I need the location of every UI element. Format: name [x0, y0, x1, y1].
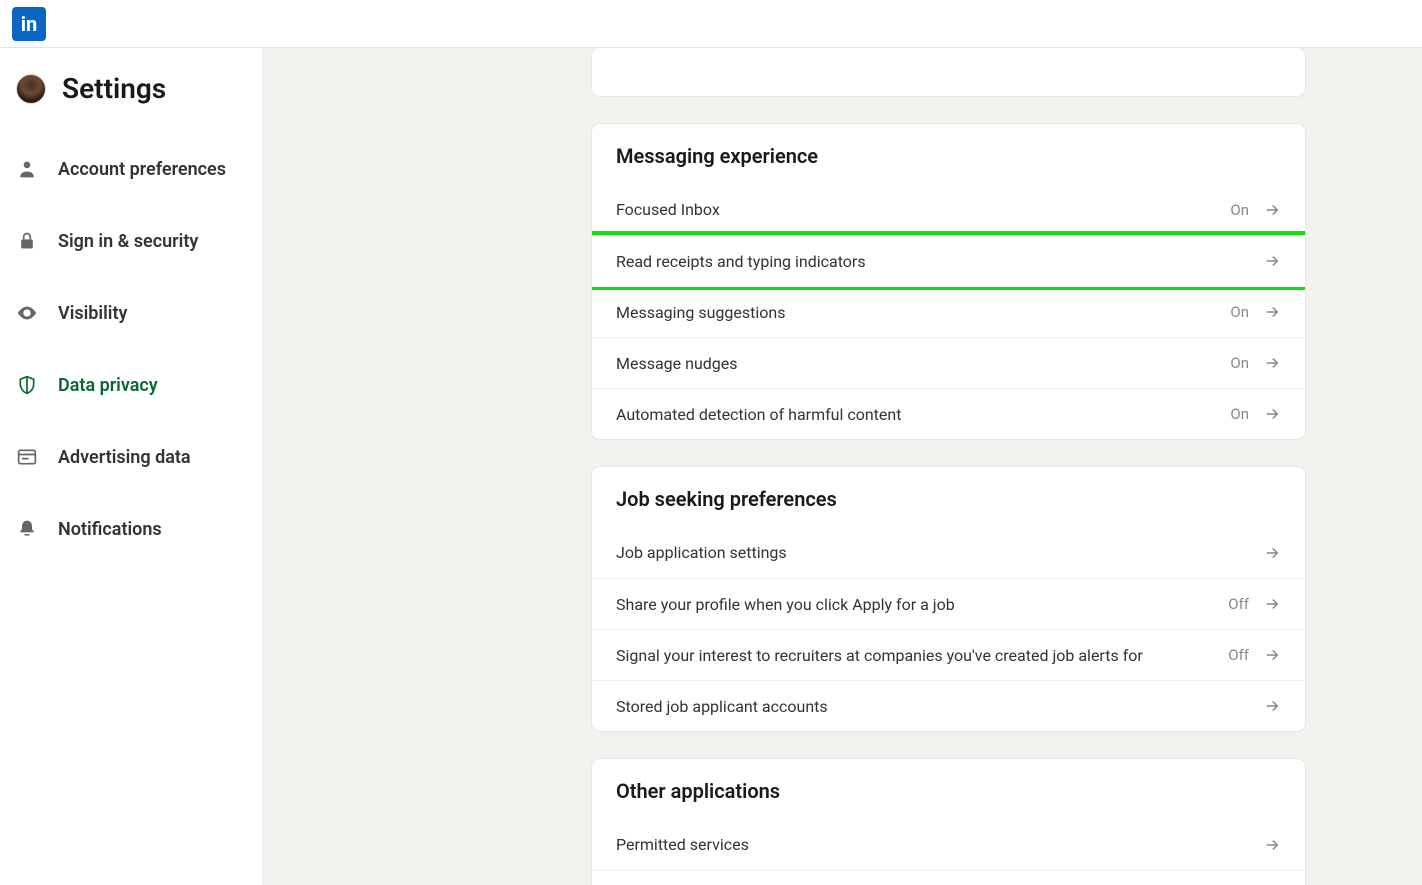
- row-status: On: [1230, 201, 1249, 219]
- arrow-right-icon: [1263, 252, 1281, 270]
- row-label: Signal your interest to recruiters at co…: [616, 646, 1143, 665]
- row-status: Off: [1228, 595, 1249, 613]
- row-label: Job application settings: [616, 543, 787, 562]
- section-title: Job seeking preferences: [592, 467, 1305, 527]
- arrow-right-icon: [1263, 836, 1281, 854]
- lock-icon: [16, 230, 38, 252]
- shield-icon: [16, 374, 38, 396]
- row-permitted-services[interactable]: Permitted services: [592, 819, 1305, 870]
- row-label: Message nudges: [616, 354, 738, 373]
- sidebar-item-label: Account preferences: [58, 159, 226, 180]
- section-job-seeking-preferences: Job seeking preferences Job application …: [592, 467, 1305, 731]
- arrow-right-icon: [1263, 405, 1281, 423]
- section-title: Messaging experience: [592, 124, 1305, 184]
- sidebar-item-data-privacy[interactable]: Data privacy: [0, 349, 262, 421]
- row-status: On: [1230, 354, 1249, 372]
- sidebar-item-label: Notifications: [58, 519, 162, 540]
- page-title: Settings: [62, 72, 166, 105]
- sidebar-header: Settings: [0, 72, 262, 133]
- row-focused-inbox[interactable]: Focused Inbox On: [592, 184, 1305, 235]
- row-read-receipts[interactable]: Read receipts and typing indicators: [592, 235, 1305, 286]
- nav-list: Account preferences Sign in & security V…: [0, 133, 262, 565]
- row-status: Off: [1228, 646, 1249, 664]
- arrow-right-icon: [1263, 201, 1281, 219]
- arrow-right-icon: [1263, 595, 1281, 613]
- sidebar-item-label: Data privacy: [58, 375, 158, 396]
- section-other-applications: Other applications Permitted services Mi…: [592, 759, 1305, 885]
- row-signal-interest-recruiters[interactable]: Signal your interest to recruiters at co…: [592, 629, 1305, 680]
- eye-icon: [16, 302, 38, 324]
- sidebar-item-sign-in-security[interactable]: Sign in & security: [0, 205, 262, 277]
- row-label: Read receipts and typing indicators: [616, 252, 866, 271]
- arrow-right-icon: [1263, 544, 1281, 562]
- person-icon: [16, 158, 38, 180]
- sidebar-item-visibility[interactable]: Visibility: [0, 277, 262, 349]
- section-title: Other applications: [592, 759, 1305, 819]
- bell-icon: [16, 518, 38, 540]
- sidebar-item-label: Visibility: [58, 303, 127, 324]
- row-status: On: [1230, 405, 1249, 423]
- row-status: On: [1230, 303, 1249, 321]
- row-automated-detection[interactable]: Automated detection of harmful content O…: [592, 388, 1305, 439]
- row-job-application-settings[interactable]: Job application settings: [592, 527, 1305, 578]
- row-message-nudges[interactable]: Message nudges On: [592, 337, 1305, 388]
- arrow-right-icon: [1263, 697, 1281, 715]
- row-messaging-suggestions[interactable]: Messaging suggestions On: [592, 286, 1305, 337]
- row-label: Messaging suggestions: [616, 303, 785, 322]
- row-share-profile-apply[interactable]: Share your profile when you click Apply …: [592, 578, 1305, 629]
- ad-icon: [16, 446, 38, 468]
- arrow-right-icon: [1263, 646, 1281, 664]
- sidebar: Settings Account preferences Sign in & s…: [0, 48, 262, 885]
- main-content: Messaging experience Focused Inbox On Re…: [262, 48, 1422, 885]
- row-label: Share your profile when you click Apply …: [616, 595, 955, 614]
- row-label: Stored job applicant accounts: [616, 697, 828, 716]
- avatar[interactable]: [16, 74, 46, 104]
- sidebar-item-label: Advertising data: [58, 447, 191, 468]
- linkedin-logo[interactable]: in: [12, 7, 46, 41]
- section-messaging-experience: Messaging experience Focused Inbox On Re…: [592, 124, 1305, 439]
- logo-text: in: [21, 12, 38, 36]
- card-partial-top: [592, 48, 1305, 96]
- sidebar-item-notifications[interactable]: Notifications: [0, 493, 262, 565]
- top-bar: in: [0, 0, 1422, 48]
- row-label: Automated detection of harmful content: [616, 405, 901, 424]
- sidebar-item-label: Sign in & security: [58, 231, 198, 252]
- row-label: Focused Inbox: [616, 200, 720, 219]
- sidebar-item-advertising-data[interactable]: Advertising data: [0, 421, 262, 493]
- arrow-right-icon: [1263, 354, 1281, 372]
- arrow-right-icon: [1263, 303, 1281, 321]
- row-stored-applicant-accounts[interactable]: Stored job applicant accounts: [592, 680, 1305, 731]
- row-label: Permitted services: [616, 835, 749, 854]
- sidebar-item-account-preferences[interactable]: Account preferences: [0, 133, 262, 205]
- row-microsoft-word[interactable]: Microsoft Word On: [592, 870, 1305, 885]
